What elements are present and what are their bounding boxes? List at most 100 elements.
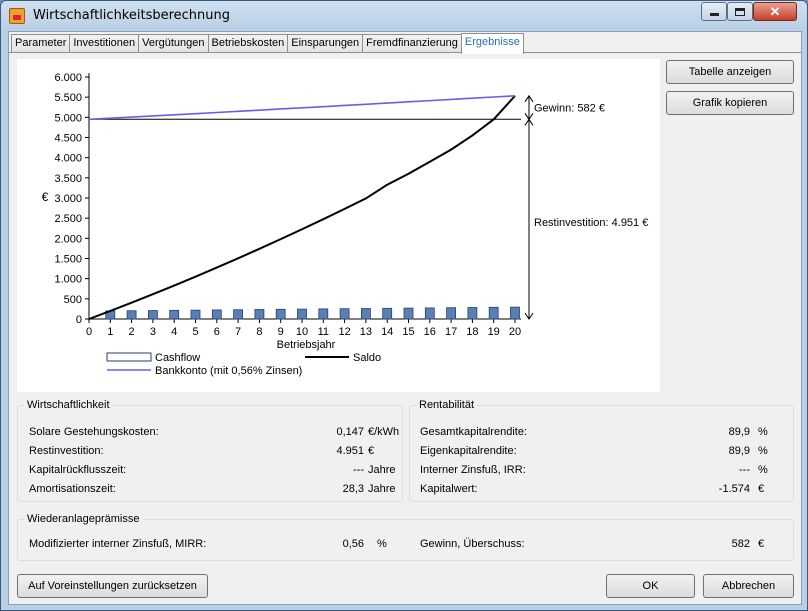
maximize-button[interactable] — [727, 2, 753, 21]
close-button[interactable]: ✕ — [753, 2, 797, 21]
reset-defaults-button[interactable]: Auf Voreinstellungen zurücksetzen — [17, 574, 208, 598]
cashflow-bar — [275, 308, 286, 320]
tab-strip: Parameter Investitionen Vergütungen Betr… — [11, 33, 524, 54]
x-tick-label: 6 — [214, 326, 220, 338]
tab-parameter[interactable]: Parameter — [11, 34, 71, 53]
dialog-window: Wirtschaftlichkeitsberechnung ✕ Paramete… — [0, 0, 808, 611]
cashflow-bar — [339, 308, 350, 320]
unit-mirr: % — [377, 538, 387, 550]
row-kapitalwert: Kapitalwert: -1.574 € — [420, 483, 790, 497]
cashflow-bar — [467, 307, 478, 320]
value-gestehungskosten: 0,147 — [336, 426, 364, 438]
cashflow-bar — [488, 306, 499, 320]
cashflow-bar — [211, 309, 222, 320]
row-amortisationszeit: Amortisationszeit: 28,3 Jahre — [29, 483, 399, 497]
unit-eigenkapitalrendite: % — [758, 445, 768, 457]
value-kapitalrueckflusszeit: --- — [353, 464, 364, 476]
tab-ergebnisse[interactable]: Ergebnisse — [460, 33, 524, 54]
group-wirtschaftlichkeit: Wirtschaftlichkeit Solare Gestehungskost… — [17, 399, 403, 502]
row-gesamtkapitalrendite: Gesamtkapitalrendite: 89,9 % — [420, 426, 790, 440]
restinvestition-annotation: Restinvestition: 4.951 € — [534, 217, 648, 229]
results-panel: 0 500 1.000 1.500 2.000 2.500 3.000 3.500 4.000 4… — [9, 52, 801, 604]
unit-kapitalrueckflusszeit: Jahre — [368, 464, 396, 476]
cashflow-bar — [297, 308, 307, 320]
row-eigenkapitalrendite: Eigenkapitalrendite: 89,9 % — [420, 445, 790, 459]
row-mirr: Modifizierter interner Zinsfuß, MIRR: 0,… — [29, 538, 399, 552]
tab-betriebskosten[interactable]: Betriebskosten — [207, 34, 289, 53]
group-title-rentabilitaet: Rentabilität — [416, 399, 478, 411]
value-restinvestition: 4.951 — [336, 445, 364, 457]
cashflow-bar — [360, 308, 371, 320]
chart-area: 0 500 1.000 1.500 2.000 2.500 3.000 3.500 4.000 4… — [17, 59, 660, 392]
y-tick-label: 3.000 — [54, 193, 82, 205]
label-gewinn: Gewinn, Überschuss: — [420, 538, 525, 550]
value-gewinn: 582 — [731, 538, 750, 550]
maximize-icon — [735, 7, 745, 16]
y-axis-label: € — [42, 190, 49, 204]
tab-einsparungen[interactable]: Einsparungen — [287, 34, 364, 53]
y-tick-label: 0 — [76, 314, 82, 326]
bankkonto-line — [88, 95, 516, 121]
minimize-icon — [709, 13, 719, 16]
unit-gewinn: € — [758, 538, 765, 550]
dialog-client: Parameter Investitionen Vergütungen Betr… — [8, 31, 802, 605]
row-gewinn: Gewinn, Überschuss: 582 € — [420, 538, 790, 552]
value-amortisationszeit: 28,3 — [342, 483, 364, 495]
group-title-wirtschaftlichkeit: Wirtschaftlichkeit — [24, 399, 113, 411]
unit-irr: % — [758, 464, 768, 476]
legend-cashflow-swatch — [106, 352, 152, 362]
x-tick-label: 3 — [150, 326, 156, 338]
cashflow-bar — [446, 307, 457, 320]
legend-saldo-label: Saldo — [353, 352, 381, 364]
label-eigenkapitalrendite: Eigenkapitalrendite: — [420, 445, 517, 457]
x-tick-label: 12 — [338, 326, 350, 338]
gewinn-annotation: Gewinn: 582 € — [534, 103, 605, 115]
cashflow-bar — [510, 306, 520, 320]
value-eigenkapitalrendite: 89,9 — [728, 445, 750, 457]
x-tick-label: 2 — [129, 326, 135, 338]
y-tick-label: 3.500 — [54, 173, 82, 185]
x-tick-label: 11 — [318, 326, 329, 338]
unit-kapitalwert: € — [758, 483, 765, 495]
y-tick-label: 4.500 — [54, 133, 82, 145]
tab-investitionen[interactable]: Investitionen — [69, 34, 140, 53]
y-tick-label: 5.000 — [54, 112, 82, 124]
y-tick-label: 4.000 — [54, 153, 82, 165]
label-gestehungskosten: Solare Gestehungskosten: — [29, 426, 159, 438]
show-table-button[interactable]: Tabelle anzeigen — [666, 60, 794, 84]
y-tick-label: 500 — [64, 294, 82, 306]
x-tick-label: 1 — [107, 326, 113, 338]
app-icon — [9, 8, 25, 24]
y-tick-label: 6.000 — [54, 72, 82, 84]
legend-cashflow-label: Cashflow — [155, 352, 200, 364]
cashflow-bar — [403, 307, 414, 320]
x-tick-label: 15 — [402, 326, 414, 338]
unit-amortisationszeit: Jahre — [368, 483, 396, 495]
cashflow-bar — [190, 309, 201, 320]
y-tick-label: 5.500 — [54, 92, 82, 104]
value-mirr: 0,56 — [342, 538, 364, 550]
x-tick-label: 17 — [445, 326, 457, 338]
cancel-button[interactable]: Abbrechen — [703, 574, 794, 598]
tab-fremdfinanzierung[interactable]: Fremdfinanzierung — [362, 34, 462, 53]
tab-verguetungen[interactable]: Vergütungen — [138, 34, 209, 53]
x-tick-label: 14 — [381, 326, 393, 338]
close-icon: ✕ — [769, 4, 781, 19]
cashflow-bar — [169, 309, 180, 320]
legend-bankkonto-label: Bankkonto (mit 0,56% Zinsen) — [155, 365, 302, 377]
copy-chart-button[interactable]: Grafik kopieren — [666, 91, 794, 115]
x-tick-label: 10 — [296, 326, 308, 338]
title-bar[interactable]: Wirtschaftlichkeitsberechnung ✕ — [1, 1, 807, 31]
x-tick-label: 9 — [278, 326, 284, 338]
group-rentabilitaet: Rentabilität Gesamtkapitalrendite: 89,9 … — [409, 399, 794, 502]
cashflow-bar — [254, 309, 265, 320]
x-tick-label: 5 — [192, 326, 198, 338]
group-title-wiederanlage: Wiederanlageprämisse — [24, 513, 143, 525]
value-irr: --- — [739, 464, 750, 476]
unit-gestehungskosten: €/kWh — [368, 426, 400, 438]
minimize-button[interactable] — [701, 2, 727, 21]
unit-restinvestition: € — [368, 445, 375, 457]
group-wiederanlage: Wiederanlageprämisse Modifizierter inter… — [17, 513, 794, 561]
x-tick-label: 4 — [171, 326, 177, 338]
ok-button[interactable]: OK — [606, 574, 695, 598]
